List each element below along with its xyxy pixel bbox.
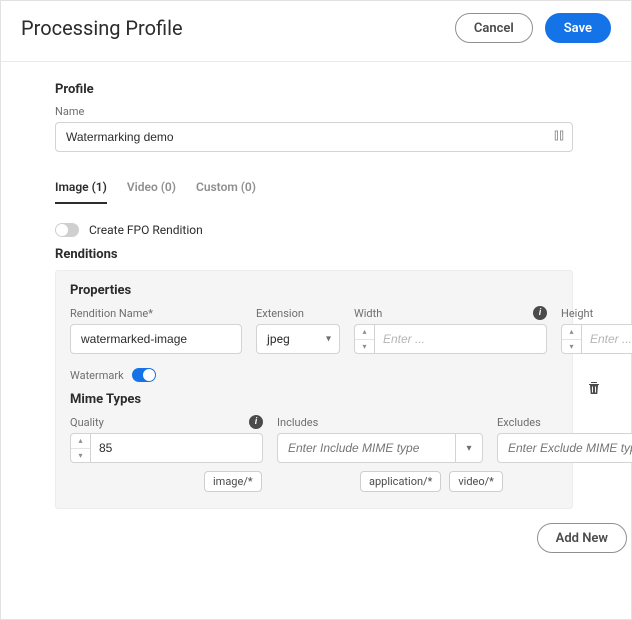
height-stepper[interactable]: ▴▾ [561, 324, 581, 354]
rendition-name-input[interactable] [70, 324, 242, 354]
properties-heading: Properties [70, 283, 558, 298]
profile-name-input[interactable] [55, 122, 573, 152]
mime-chip[interactable]: image/* [204, 471, 262, 492]
fpo-label: Create FPO Rendition [89, 223, 203, 237]
chevron-down-icon: ▾ [326, 334, 331, 345]
tab-video[interactable]: Video (0) [127, 174, 176, 204]
info-icon[interactable]: i [533, 306, 547, 320]
width-label: Width [354, 307, 382, 320]
tab-custom[interactable]: Custom (0) [196, 174, 256, 204]
watermark-toggle[interactable] [132, 368, 156, 382]
info-icon[interactable]: i [249, 415, 263, 429]
rename-icon[interactable] [553, 130, 565, 145]
fpo-toggle[interactable] [55, 223, 79, 237]
profile-heading: Profile [55, 82, 611, 97]
rendition-panel: Properties Rendition Name* Extension jpe… [55, 270, 573, 509]
width-input[interactable] [374, 324, 547, 354]
page-header: Processing Profile Cancel Save [1, 1, 631, 62]
width-stepper[interactable]: ▴▾ [354, 324, 374, 354]
includes-dropdown-button[interactable]: ▾ [455, 433, 483, 463]
height-label: Height [561, 307, 593, 320]
quality-input[interactable] [90, 433, 263, 463]
mime-chip[interactable]: video/* [449, 471, 503, 492]
height-input[interactable] [581, 324, 632, 354]
renditions-heading: Renditions [55, 247, 611, 262]
mime-chip[interactable]: application/* [360, 471, 441, 492]
includes-label: Includes [277, 416, 318, 429]
excludes-input[interactable] [497, 433, 632, 463]
watermark-label: Watermark [70, 369, 124, 382]
extension-value: jpeg [267, 332, 290, 346]
quality-label: Quality [70, 416, 104, 429]
delete-rendition-button[interactable] [586, 380, 602, 400]
extension-label: Extension [256, 307, 304, 320]
tab-image[interactable]: Image (1) [55, 174, 107, 204]
name-label: Name [55, 105, 611, 118]
cancel-button[interactable]: Cancel [455, 13, 533, 43]
rendition-name-label: Rendition Name* [70, 307, 153, 320]
page-title: Processing Profile [21, 16, 183, 40]
add-new-button[interactable]: Add New [537, 523, 627, 553]
extension-select[interactable]: jpeg ▾ [256, 324, 340, 354]
tabs: Image (1) Video (0) Custom (0) [55, 174, 573, 205]
quality-stepper[interactable]: ▴▾ [70, 433, 90, 463]
excludes-label: Excludes [497, 416, 541, 429]
mime-heading: Mime Types [70, 392, 558, 407]
save-button[interactable]: Save [545, 13, 611, 43]
includes-input[interactable] [277, 433, 455, 463]
